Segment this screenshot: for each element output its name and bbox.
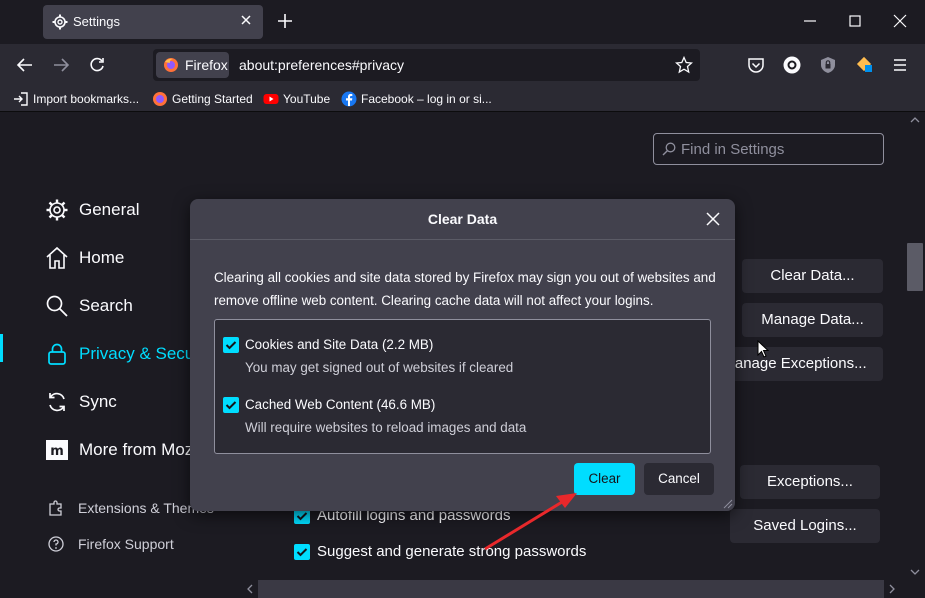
cancel-button[interactable]: Cancel [644, 463, 714, 495]
firefox-icon [153, 92, 167, 106]
checkbox-checked[interactable] [223, 397, 239, 413]
bookmark-youtube[interactable]: YouTube [263, 91, 333, 107]
checkbox-checked[interactable] [294, 544, 310, 560]
identity-box[interactable]: Firefox [156, 52, 229, 78]
tab-title: Settings [73, 14, 120, 29]
dialog-description: Clearing all cookies and site data store… [214, 270, 716, 308]
horizontal-scrollbar[interactable] [258, 580, 884, 598]
find-placeholder: Find in Settings [681, 141, 785, 158]
close-icon[interactable] [705, 211, 721, 227]
sidebar-item-label: Sync [79, 392, 117, 411]
maximize-icon[interactable] [848, 14, 862, 28]
dialog-divider [190, 239, 735, 240]
import-icon [14, 92, 28, 106]
menu-icon[interactable] [891, 56, 909, 74]
lock-icon [48, 343, 66, 365]
back-icon[interactable] [16, 56, 34, 74]
option-description: You may get signed out of websites if cl… [245, 360, 514, 375]
option-label: Cached Web Content (46.6 MB) [245, 397, 436, 412]
settings-content: Find in Settings General Home Search Pri… [0, 112, 925, 598]
bookmark-import[interactable]: Import bookmarks... [13, 91, 143, 107]
close-window-icon[interactable] [893, 14, 907, 28]
account-icon[interactable] [783, 56, 801, 74]
search-icon [46, 295, 68, 317]
manage-data-button[interactable]: Manage Data... [742, 303, 883, 337]
saved-logins-button[interactable]: Saved Logins... [730, 509, 880, 543]
close-tab-icon[interactable] [239, 13, 253, 27]
checkbox-label: Suggest and generate strong passwords [317, 543, 587, 560]
bookmark-label: YouTube [283, 92, 331, 106]
pocket-icon[interactable] [747, 56, 765, 74]
clear-data-button[interactable]: Clear Data... [742, 259, 883, 293]
find-in-settings-input[interactable]: Find in Settings [653, 133, 884, 165]
dialog-title: Clear Data [427, 211, 498, 227]
scroll-down-icon[interactable] [910, 568, 920, 576]
bookmark-getting-started[interactable]: Getting Started [152, 91, 255, 107]
bookmark-label: Facebook – log in or si... [361, 92, 492, 106]
selected-indicator [0, 334, 3, 362]
scroll-right-icon[interactable] [888, 584, 896, 594]
youtube-icon [263, 94, 279, 104]
puzzle-icon [49, 500, 62, 516]
url-bar[interactable]: Firefox about:preferences#privacy [153, 49, 700, 81]
identity-label: Firefox [185, 57, 228, 73]
facebook-icon [341, 91, 357, 107]
checkbox-checked[interactable] [223, 337, 239, 353]
search-icon [662, 142, 676, 156]
new-tab-icon[interactable] [277, 13, 293, 29]
gear-icon [52, 14, 68, 30]
bookmark-facebook[interactable]: Facebook – log in or si... [341, 91, 492, 107]
vertical-scrollbar[interactable] [905, 112, 925, 598]
help-icon [48, 536, 64, 552]
forward-icon[interactable] [52, 56, 70, 74]
firefox-icon [164, 58, 178, 72]
exceptions-button[interactable]: Exceptions... [740, 465, 880, 499]
reload-icon[interactable] [88, 56, 106, 74]
option-label: Cookies and Site Data (2.2 MB) [245, 337, 434, 352]
gear-icon [46, 199, 68, 221]
navigation-bar: Firefox about:preferences#privacy [0, 44, 925, 86]
home-icon [46, 246, 68, 269]
sidebar-item-label: General [79, 200, 140, 219]
url-text[interactable]: about:preferences#privacy [239, 57, 404, 73]
svg-text:m: m [50, 444, 64, 459]
minimize-icon[interactable] [803, 14, 817, 28]
sync-icon [49, 392, 65, 412]
scroll-left-icon[interactable] [246, 584, 254, 594]
resize-grip-icon[interactable] [721, 497, 733, 509]
bookmark-star-icon[interactable] [675, 56, 693, 74]
extension-icon[interactable] [856, 56, 874, 74]
scrollbar-thumb[interactable] [907, 243, 923, 291]
clear-options-list: Cookies and Site Data (2.2 MB) You may g… [214, 319, 711, 454]
sidebar-item-label: Search [79, 296, 133, 315]
option-description: Will require websites to reload images a… [245, 420, 527, 435]
clear-data-dialog: Clear Data Clearing all cookies and site… [190, 199, 735, 511]
tab-settings[interactable]: Settings [43, 5, 263, 39]
scroll-up-icon[interactable] [910, 116, 920, 124]
footer-link-label: Firefox Support [78, 536, 174, 552]
bookmark-label: Import bookmarks... [33, 92, 140, 106]
bookmarks-toolbar: Import bookmarks... Getting Started YouT… [0, 86, 925, 112]
title-bar: Settings [0, 0, 925, 44]
shield-icon[interactable] [819, 56, 837, 74]
clear-button[interactable]: Clear [574, 463, 635, 495]
mouse-cursor-icon [757, 340, 769, 358]
mozilla-icon: m [46, 440, 68, 460]
sidebar-item-label: Home [79, 248, 125, 267]
bookmark-label: Getting Started [172, 92, 253, 106]
